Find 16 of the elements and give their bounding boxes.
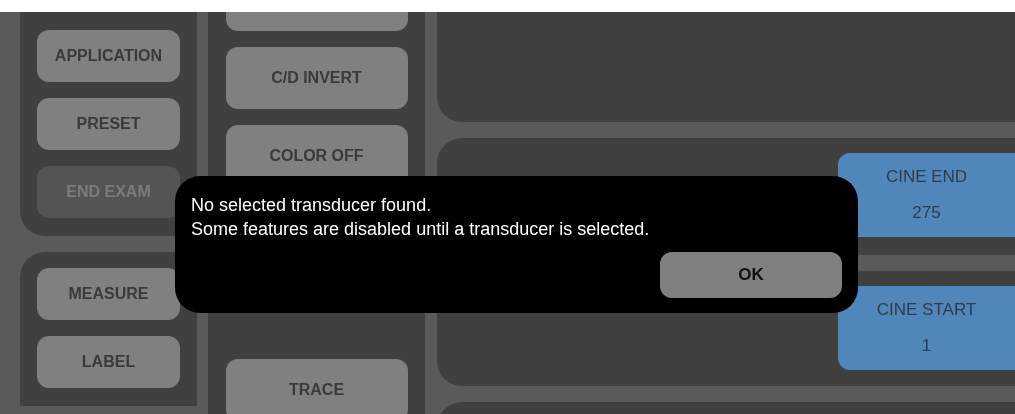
button[interactable]: C/D INVERT (225, 47, 408, 109)
cine-value: 1 (921, 336, 932, 356)
dialog-message: No selected transducer found. (191, 194, 433, 217)
button[interactable]: TRACE (225, 359, 408, 414)
cine-label: CINE START (876, 300, 977, 320)
cine-button[interactable]: CINE END 275 (838, 153, 1015, 237)
cine-button[interactable]: CINE START 1 (838, 286, 1015, 370)
button[interactable]: APPLICATION (37, 30, 180, 82)
button[interactable]: MEASURE (37, 268, 180, 320)
button[interactable] (225, 12, 408, 31)
button[interactable]: PRESET (37, 98, 180, 150)
cine-value: 275 (912, 203, 941, 223)
cine-label: CINE END (885, 167, 968, 187)
dialog-message: Some features are disabled until a transducer is selected. (191, 218, 651, 241)
button[interactable]: LABEL (37, 336, 180, 388)
ok-button[interactable]: OK (660, 252, 842, 298)
